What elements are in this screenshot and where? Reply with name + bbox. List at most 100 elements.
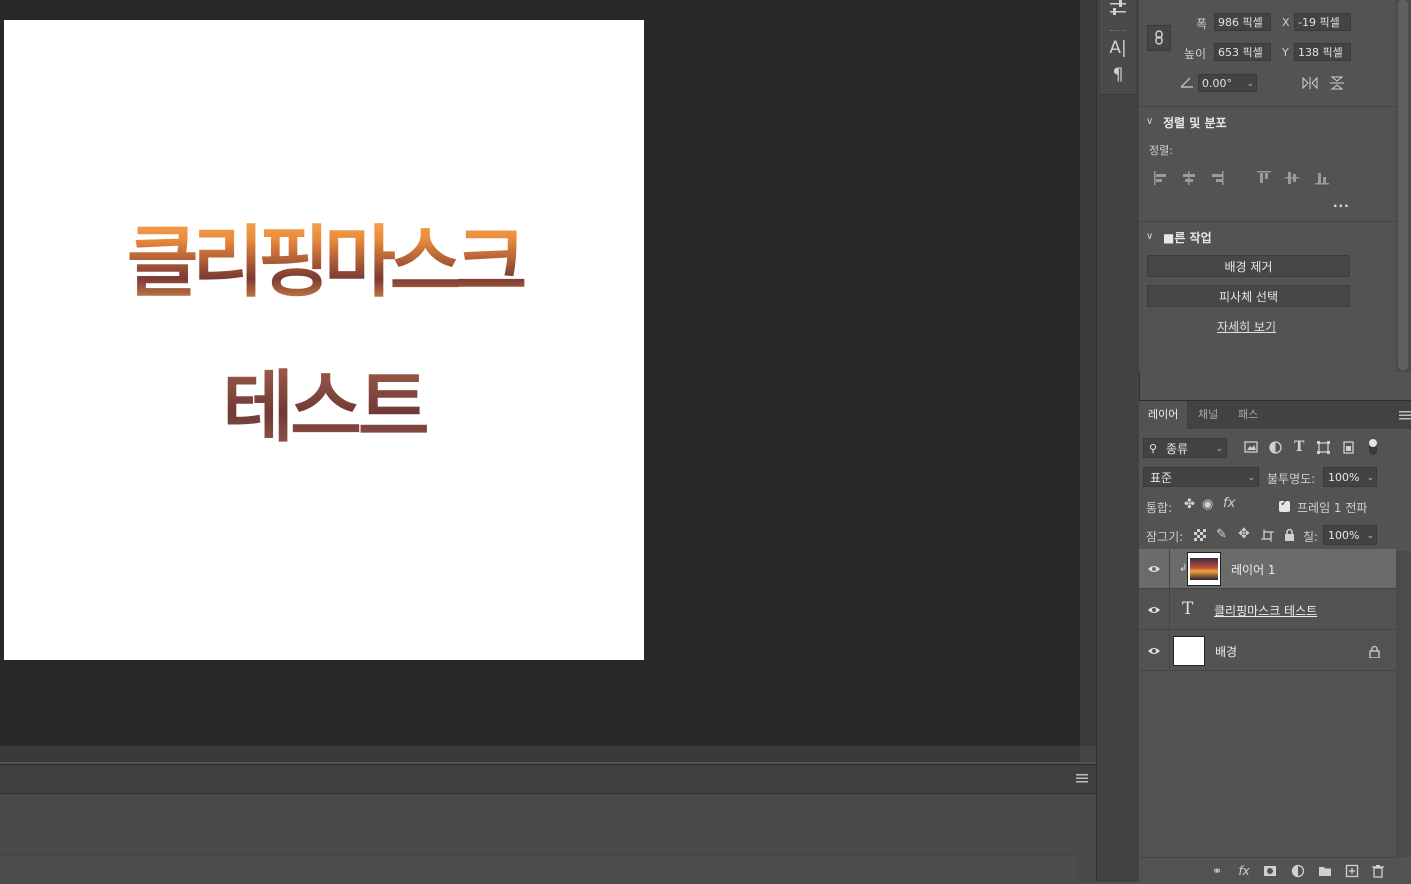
trash-icon[interactable] — [1371, 864, 1385, 878]
x-field[interactable]: -19 픽셀 — [1294, 13, 1351, 31]
chevron-down-icon: ⌄ — [1366, 473, 1374, 483]
filter-adjustment-icon[interactable] — [1269, 441, 1282, 454]
layers-panel: 레이어 채널 패스 ⚲ 종류 ⌄ T 표준 ⌄ 불투명도: 100% ⌄ 통합:… — [1139, 400, 1411, 884]
chevron-down-icon: ⌄ — [1215, 444, 1223, 454]
vertical-scrollbar[interactable] — [1080, 0, 1096, 746]
blend-mode-value: 표준 — [1150, 471, 1173, 485]
y-field[interactable]: 138 픽셀 — [1294, 43, 1351, 61]
new-layer-icon[interactable] — [1345, 864, 1359, 878]
chevron-down-icon: ⌄ — [1247, 473, 1255, 483]
eye-column-divider — [1169, 631, 1170, 671]
bottom-panel-footer — [0, 855, 1076, 884]
paragraph-icon[interactable]: ¶ — [1106, 64, 1130, 86]
canvas-area[interactable]: 클리핑마스크 테스트 — [0, 0, 1080, 746]
tab-channels[interactable]: 채널 — [1189, 401, 1227, 429]
fill-field[interactable]: 100% ⌄ — [1323, 525, 1377, 545]
chevron-down-icon[interactable]: ∨ — [1146, 231, 1153, 242]
new-adjustment-icon[interactable] — [1291, 864, 1305, 878]
tab-paths[interactable]: 패스 — [1229, 401, 1267, 429]
link-layers-icon[interactable]: ⚭ — [1210, 864, 1224, 878]
lock-all-icon[interactable] — [1284, 528, 1295, 541]
blend-mode-dropdown[interactable]: 표준 ⌄ — [1143, 467, 1259, 487]
y-label: Y — [1282, 46, 1289, 59]
remove-background-button[interactable]: 배경 제거 — [1147, 255, 1350, 277]
layer-thumbnail — [1173, 636, 1205, 666]
filter-pixel-icon[interactable] — [1244, 441, 1258, 454]
unify-visibility-icon[interactable]: ◉ — [1202, 497, 1213, 512]
width-field[interactable]: 986 픽셀 — [1214, 13, 1271, 31]
visibility-eye-icon[interactable] — [1147, 644, 1161, 658]
document-canvas[interactable]: 클리핑마스크 테스트 — [4, 20, 644, 660]
filter-kind-value: 종류 — [1166, 442, 1189, 456]
chain-link-icon — [1155, 30, 1163, 45]
more-options-button[interactable]: ... — [1333, 196, 1350, 210]
align-vertical-center-icon[interactable] — [1284, 170, 1300, 186]
text-layer-icon: T — [1182, 599, 1194, 619]
flip-vertical-icon[interactable] — [1329, 75, 1345, 91]
layer-row-background[interactable]: 배경 — [1139, 631, 1396, 671]
quick-actions-title[interactable]: ■른 작업 — [1163, 229, 1212, 246]
filter-toggle[interactable] — [1369, 439, 1377, 455]
chevron-down-icon: ⌄ — [1246, 79, 1254, 89]
filter-type-icon[interactable]: T — [1294, 439, 1304, 455]
chevron-down-icon[interactable]: ∨ — [1146, 116, 1153, 127]
lock-icon — [1369, 645, 1380, 658]
unify-position-icon[interactable]: ✤ — [1184, 497, 1195, 512]
properties-scroll-thumb[interactable] — [1398, 0, 1408, 370]
align-top-icon[interactable] — [1256, 170, 1272, 186]
visibility-eye-icon[interactable] — [1147, 603, 1161, 617]
grip — [1110, 30, 1126, 33]
scroll-corner — [1080, 746, 1096, 762]
panel-menu-icon[interactable] — [1076, 773, 1088, 783]
separator — [1139, 106, 1396, 107]
tab-layers[interactable]: 레이어 — [1139, 401, 1188, 429]
side-toolstrip: A| ¶ — [1100, 0, 1136, 95]
propagate-checkbox[interactable]: ✓ — [1279, 498, 1290, 512]
layers-scrollbar[interactable] — [1396, 551, 1411, 857]
adjustments-icon[interactable] — [1106, 0, 1130, 22]
character-icon[interactable]: A| — [1106, 37, 1130, 59]
filter-shape-icon[interactable] — [1317, 441, 1330, 454]
align-right-icon[interactable] — [1209, 170, 1225, 186]
bottom-panel — [0, 764, 1096, 884]
lock-transparent-icon[interactable] — [1194, 529, 1206, 541]
filter-kind-dropdown[interactable]: ⚲ 종류 ⌄ — [1143, 438, 1227, 458]
chevron-down-icon: ⌄ — [1366, 531, 1374, 541]
opacity-value: 100% — [1328, 471, 1360, 484]
angle-field[interactable]: 0.00° ⌄ — [1198, 74, 1257, 92]
unify-label: 통합: — [1146, 501, 1173, 515]
panel-menu-icon[interactable] — [1399, 410, 1411, 420]
select-subject-button[interactable]: 피사체 선택 — [1147, 285, 1350, 307]
separator — [1139, 221, 1396, 222]
layer-row-text[interactable]: T 클리핑마스크 테스트 — [1139, 590, 1396, 630]
learn-more-link[interactable]: 자세히 보기 — [1217, 318, 1276, 335]
layer-name[interactable]: 배경 — [1215, 643, 1237, 660]
unify-style-icon[interactable]: fx — [1223, 496, 1235, 511]
lock-pixels-brush-icon[interactable]: ✎ — [1216, 527, 1227, 542]
angle-icon — [1180, 77, 1193, 88]
lock-position-move-icon[interactable]: ✥ — [1238, 526, 1250, 542]
fx-icon[interactable]: fx — [1237, 864, 1251, 878]
flip-horizontal-icon[interactable] — [1301, 76, 1319, 90]
propagate-label: 프레임 1 전파 — [1297, 501, 1368, 515]
layer-name[interactable]: 레이어 1 — [1231, 561, 1276, 578]
align-horizontal-center-icon[interactable] — [1181, 170, 1197, 186]
lock-artboard-icon[interactable] — [1261, 529, 1274, 542]
layer-name[interactable]: 클리핑마스크 테스트 — [1214, 602, 1317, 619]
clipped-text-line-1: 클리핑마스크 — [4, 200, 644, 312]
opacity-field[interactable]: 100% ⌄ — [1323, 467, 1377, 487]
align-distribute-title[interactable]: 정렬 및 분포 — [1163, 114, 1227, 131]
height-field[interactable]: 653 픽셀 — [1214, 43, 1271, 61]
visibility-eye-icon[interactable] — [1147, 562, 1161, 576]
clipped-text-line-2: 테스트 — [4, 345, 644, 457]
link-dimensions-button[interactable] — [1147, 25, 1171, 51]
lock-label: 잠그기: — [1146, 530, 1184, 544]
add-mask-icon[interactable] — [1263, 864, 1277, 878]
align-bottom-icon[interactable] — [1314, 170, 1330, 186]
layer-row-layer-1[interactable]: ↲ 레이어 1 — [1139, 549, 1396, 589]
filter-smart-object-icon[interactable] — [1342, 441, 1355, 454]
horizontal-scrollbar[interactable] — [0, 746, 1080, 762]
sunset-image-thumbnail — [1190, 558, 1218, 580]
new-group-folder-icon[interactable] — [1318, 864, 1332, 878]
align-left-icon[interactable] — [1153, 170, 1169, 186]
